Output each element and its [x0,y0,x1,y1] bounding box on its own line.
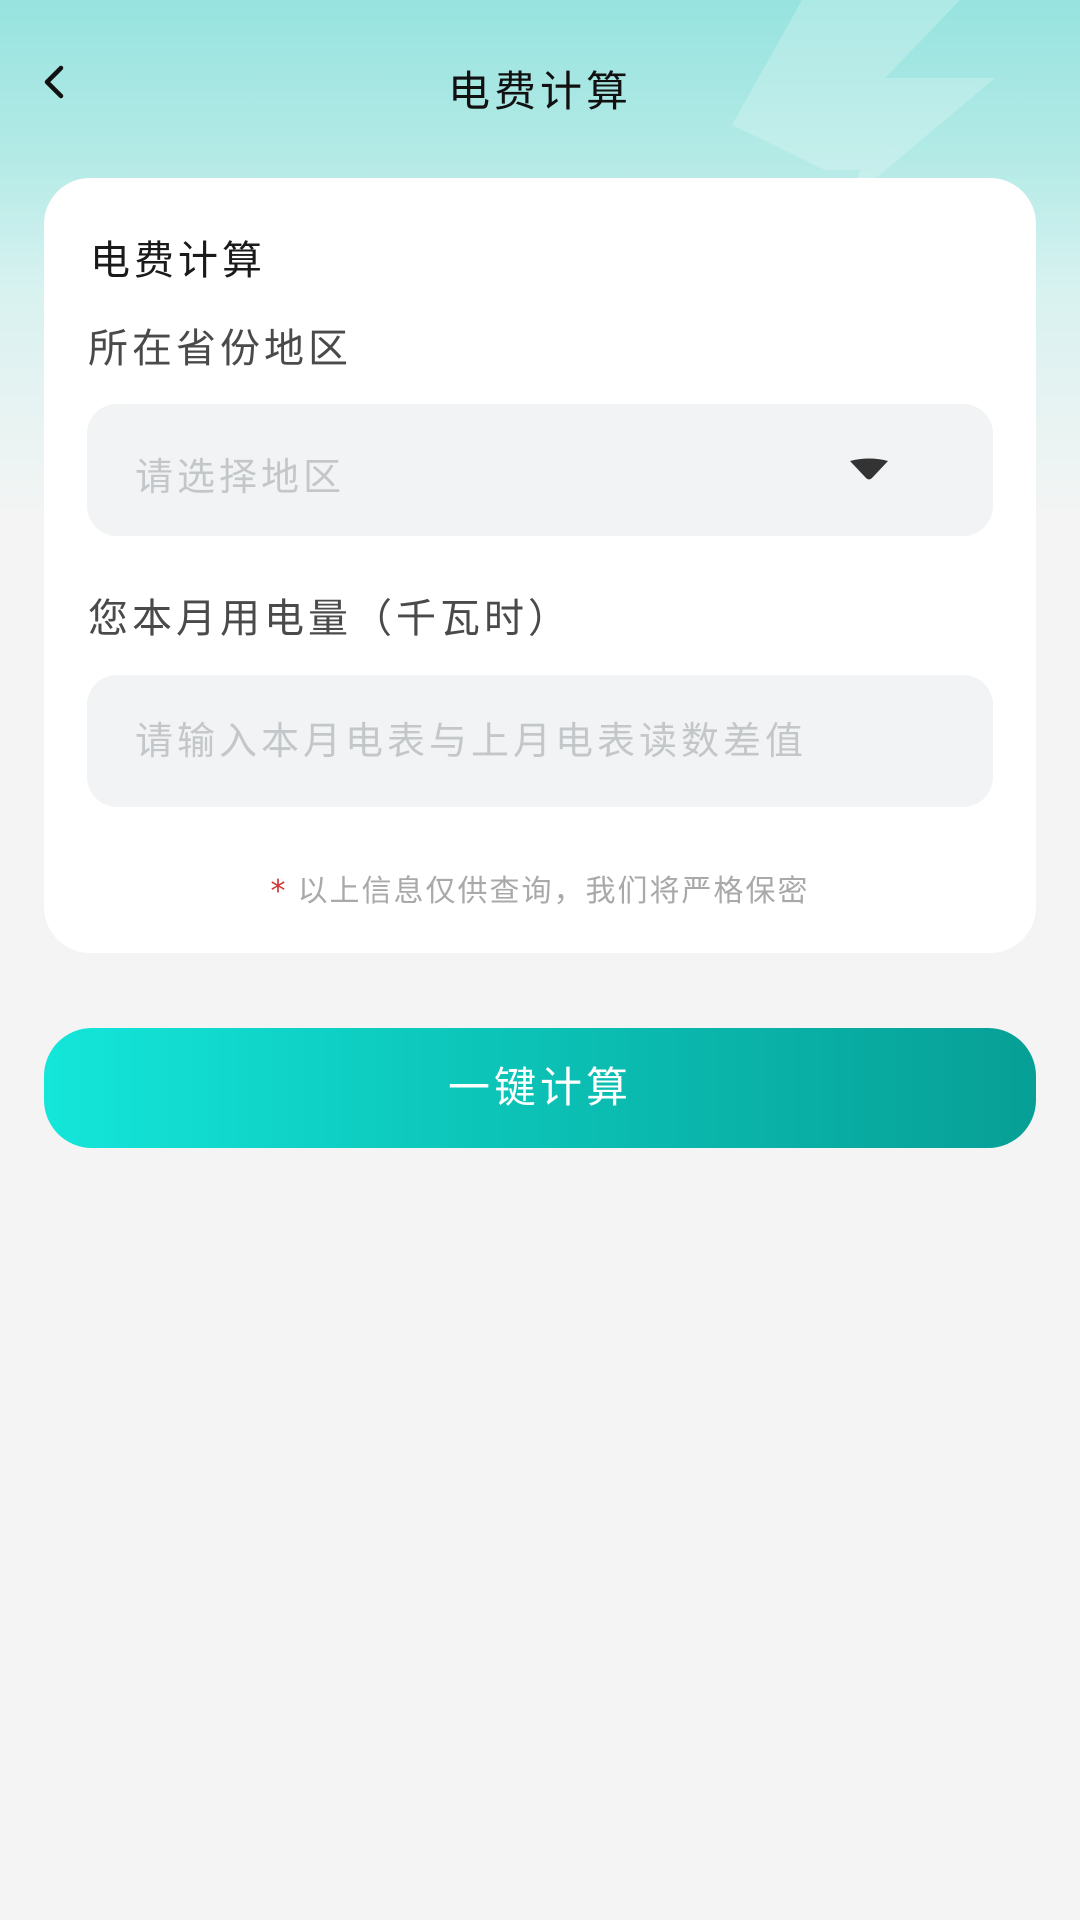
required-star: * [270,874,288,909]
region-label: 所在省份地区 [88,326,352,372]
calculator-form-card: 电费计算 所在省份地区 请选择地区 您本月用电量（千瓦时） * 以上信息仅供查询，… [44,178,1036,953]
top-nav-bar: 电费计算 [0,0,1080,175]
page-title: 电费计算 [447,67,632,116]
calculate-button[interactable]: 一键计算 [44,1028,1036,1148]
privacy-note: * 以上信息仅供查询，我们将严格保密 [44,866,1036,910]
region-select-placeholder: 请选择地区 [135,455,346,499]
usage-input-container [87,675,993,807]
card-title: 电费计算 [90,238,266,284]
usage-label: 您本月用电量（千瓦时） [88,596,572,642]
caret-down-icon[interactable] [848,458,890,482]
privacy-note-text: 以上信息仅供查询，我们将严格保密 [297,874,810,909]
usage-input[interactable] [87,675,993,807]
